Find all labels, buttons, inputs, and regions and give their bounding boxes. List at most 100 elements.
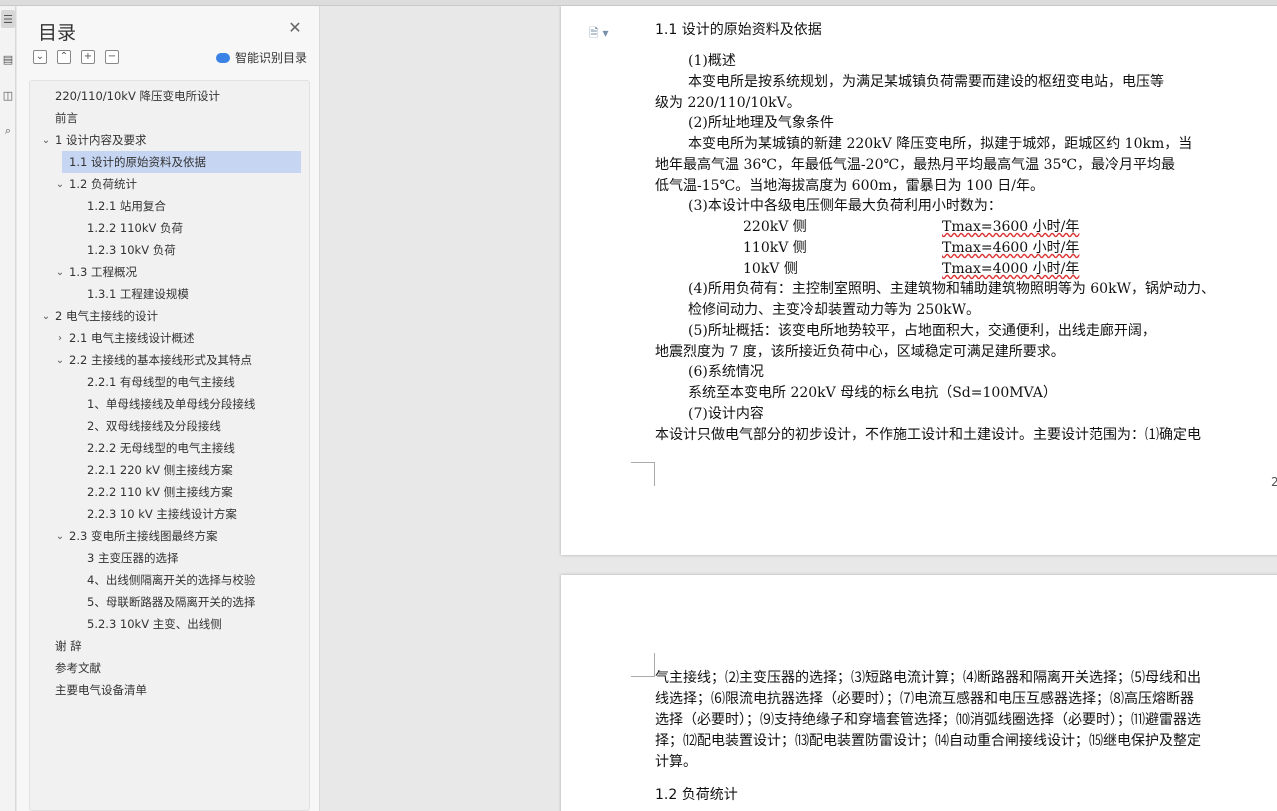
toc-item[interactable]: 1、单母线接线及单母线分段接线: [72, 393, 255, 415]
toc-item-label: 1.2 负荷统计: [69, 177, 137, 191]
section-heading: 1.2 负荷统计: [655, 787, 738, 803]
subheading: (1)概述: [688, 53, 736, 69]
page-number: 2: [1271, 475, 1277, 489]
toc-item[interactable]: 2.2.1 有母线型的电气主接线: [72, 371, 235, 393]
toc-item[interactable]: 4、出线侧隔离开关的选择与校验: [72, 569, 255, 591]
toc-item-label: 谢 辞: [55, 639, 82, 653]
tmax-value: Tmax=4000 小时/年: [942, 261, 1080, 277]
toc-item[interactable]: 1.2.2 110kV 负荷: [72, 217, 183, 239]
add-heading-icon[interactable]: +: [81, 50, 95, 64]
paragraph-line: (4)所用负荷有：主控制室照明、主建筑物和辅助建筑物照明等为 60kW，锅炉动力…: [688, 281, 1215, 297]
subheading: (7)设计内容: [688, 406, 764, 422]
toc-item-label: 1.3 工程概况: [69, 265, 137, 279]
chevron-down-icon[interactable]: ⌄: [54, 267, 66, 278]
toc-icon[interactable]: ☰: [1, 10, 15, 28]
toc-item-label: 5.2.3 10kV 主变、出线侧: [87, 617, 222, 631]
document-page: 气主接线；⑵主变压器的选择；⑶短路电流计算；⑷断路器和隔离开关选择；⑸母线和出 …: [561, 575, 1277, 811]
chevron-down-icon[interactable]: ⌄: [40, 311, 52, 322]
paragraph-line: 择；⑿配电装置设计；⒀配电装置防雷设计；⒁自动重合闸接线设计；⒂继电保护及整定: [655, 733, 1201, 749]
toc-item-label: 2.2 主接线的基本接线形式及其特点: [69, 353, 252, 367]
toc-item[interactable]: 1.3.1 工程建设规模: [72, 283, 189, 305]
toc-item[interactable]: 220/110/10kV 降压变电所设计: [40, 85, 220, 107]
smart-toc-label: 智能识别目录: [235, 51, 308, 65]
document-page: 🗎 ▾ 1.1 设计的原始资料及依据 (1)概述 本变电所是按系统规划，为满足某…: [561, 6, 1277, 555]
toc-item[interactable]: 5.2.3 10kV 主变、出线侧: [72, 613, 222, 635]
paragraph-line: 检修间动力、主变冷却装置动力等为 250kW。: [688, 302, 981, 318]
paragraph-line: 地年最高气温 36℃，年最低气温-20℃，最热月平均最高气温 35℃，最冷月平均…: [655, 157, 1176, 173]
toc-item-label: 4、出线侧隔离开关的选择与校验: [87, 573, 256, 587]
toc-item-label: 2.2.1 220 kV 侧主接线方案: [87, 463, 233, 477]
collapse-all-icon[interactable]: ⌄: [33, 50, 47, 64]
toc-item[interactable]: 谢 辞: [40, 635, 82, 657]
chevron-down-icon[interactable]: ⌄: [54, 531, 66, 542]
toc-panel: 目录 ✕ ⌄ ⌃ + − 智能识别目录 220/110/10kV 降压变电所设计…: [17, 6, 320, 811]
toc-item-label: 主要电气设备清单: [55, 683, 147, 697]
tmax-value: Tmax=4600 小时/年: [942, 240, 1080, 256]
subheading: (6)系统情况: [688, 364, 764, 380]
paragraph-line: 本变电所为某城镇的新建 220kV 降压变电所，拟建于城郊，距城区约 10km，…: [688, 136, 1193, 152]
paragraph-line: 低气温-15℃。当地海拔高度为 600m，雷暴日为 100 日/年。: [655, 178, 1044, 194]
toc-item-label: 1.3.1 工程建设规模: [87, 287, 189, 301]
toc-item[interactable]: 1.2.1 站用复合: [72, 195, 166, 217]
toc-item-label: 前言: [55, 111, 78, 125]
toc-item[interactable]: 5、母联断路器及隔离开关的选择: [72, 591, 255, 613]
toc-item[interactable]: ⌄ 2.2 主接线的基本接线形式及其特点: [54, 349, 252, 371]
subheading: (2)所址地理及气象条件: [688, 115, 834, 131]
paragraph-line: (5)所址概括：该变电所地势较平，占地面积大，交通便利，出线走廊开阔，: [688, 323, 1156, 339]
remove-heading-icon[interactable]: −: [105, 50, 119, 64]
toc-item[interactable]: 2.2.2 110 kV 侧主接线方案: [72, 481, 233, 503]
chevron-down-icon[interactable]: ⌄: [40, 135, 52, 146]
smart-toc-button[interactable]: 智能识别目录: [216, 49, 307, 66]
toc-title: 目录: [38, 22, 77, 44]
toc-item[interactable]: 2.2.3 10 kV 主接线设计方案: [72, 503, 237, 525]
voltage-side: 220kV 侧: [743, 219, 807, 235]
page-icon[interactable]: ▤: [1, 50, 15, 68]
chevron-right-icon[interactable]: ›: [54, 333, 66, 344]
toc-item-label: 1 设计内容及要求: [55, 133, 147, 147]
toc-item-label: 2.2.2 无母线型的电气主接线: [87, 441, 235, 455]
toc-item[interactable]: ⌄ 2.3 变电所主接线图最终方案: [54, 525, 218, 547]
toc-item[interactable]: ⌄ 1 设计内容及要求: [40, 129, 147, 151]
toc-item[interactable]: › 2.1 电气主接线设计概述: [54, 327, 194, 349]
toc-item[interactable]: ⌄ 1.2 负荷统计: [54, 173, 137, 195]
bookmark-icon[interactable]: ◫: [1, 86, 15, 104]
toc-item[interactable]: ⌄ 2 电气主接线的设计: [40, 305, 158, 327]
document-canvas[interactable]: 🗎 ▾ 1.1 设计的原始资料及依据 (1)概述 本变电所是按系统规划，为满足某…: [321, 6, 1277, 811]
chevron-down-icon[interactable]: ⌄: [54, 179, 66, 190]
toc-item[interactable]: 1.2.3 10kV 负荷: [72, 239, 176, 261]
paragraph-menu-icon[interactable]: 🗎 ▾: [589, 24, 609, 45]
toc-toolbar: ⌄ ⌃ + −: [33, 50, 119, 64]
toc-item-label: 2.2.1 有母线型的电气主接线: [87, 375, 235, 389]
find-icon[interactable]: ⌕: [1, 122, 15, 140]
section-heading: 1.1 设计的原始资料及依据: [655, 22, 822, 38]
toc-item-label: 1.2.3 10kV 负荷: [87, 243, 176, 257]
toc-item-label: 5、母联断路器及隔离开关的选择: [87, 595, 256, 609]
toc-item-label: 2.1 电气主接线设计概述: [69, 331, 195, 345]
chevron-down-icon[interactable]: ⌄: [54, 355, 66, 366]
paragraph-line: 本变电所是按系统规划，为满足某城镇负荷需要而建设的枢纽变电站，电压等: [688, 74, 1164, 90]
toc-item[interactable]: 2.2.1 220 kV 侧主接线方案: [72, 459, 233, 481]
toc-item[interactable]: 3 主变压器的选择: [72, 547, 178, 569]
crop-mark: [631, 653, 655, 677]
toc-item[interactable]: 2.2.2 无母线型的电气主接线: [72, 437, 235, 459]
toc-item-label: 参考文献: [55, 661, 101, 675]
toc-item[interactable]: 2、双母线接线及分段接线: [72, 415, 221, 437]
expand-level-icon[interactable]: ⌃: [57, 50, 71, 64]
paragraph-line: 计算。: [655, 754, 697, 770]
toc-item-label: 1.2.2 110kV 负荷: [87, 221, 184, 235]
toc-item-label: 3 主变压器的选择: [87, 551, 179, 565]
toc-item[interactable]: ⌄ 1.3 工程概况: [54, 261, 137, 283]
crop-mark: [631, 462, 655, 486]
toc-item[interactable]: 参考文献: [40, 657, 101, 679]
voltage-side: 10kV 侧: [743, 261, 798, 277]
toc-item[interactable]: 主要电气设备清单: [40, 679, 147, 701]
toc-item[interactable]: 1.1 设计的原始资料及依据: [62, 151, 301, 173]
toc-item[interactable]: 前言: [40, 107, 78, 129]
paragraph-line: 地震烈度为 7 度，该所接近负荷中心，区域稳定可满足建所要求。: [655, 344, 1065, 360]
paragraph-line: 线选择；⑹限流电抗器选择（必要时）；⑺电流互感器和电压互感器选择；⑻高压熔断器: [655, 691, 1194, 707]
subheading: (3)本设计中各级电压侧年最大负荷利用小时数为：: [688, 198, 1002, 214]
voltage-side: 110kV 侧: [743, 240, 807, 256]
close-icon[interactable]: ✕: [287, 20, 303, 36]
paragraph-line: 选择（必要时）；⑼支持绝缘子和穿墙套管选择；⑽消弧线圈选择（必要时）；⑾避雷器选: [655, 712, 1201, 728]
cloud-icon: [216, 52, 230, 63]
